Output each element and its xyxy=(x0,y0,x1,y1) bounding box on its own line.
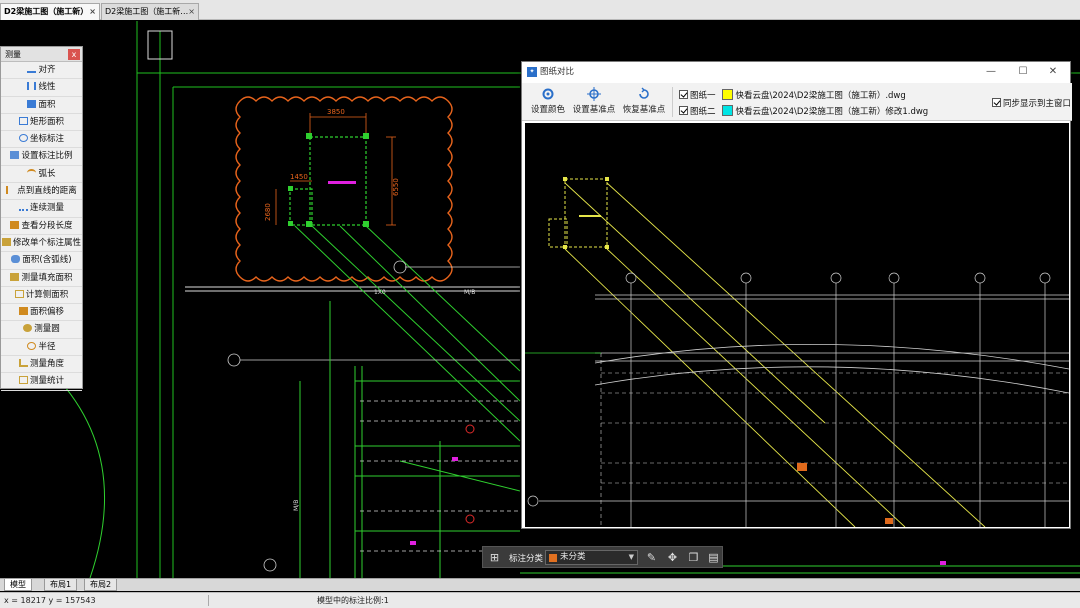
sheet1-file: 快看云盘\2024\D2梁施工图（施工新）.dwg xyxy=(735,91,906,101)
measure-arc-length[interactable]: 弧长 xyxy=(1,166,82,184)
angle-icon xyxy=(18,359,28,368)
dim-small: 1450 xyxy=(290,173,308,181)
measure-edit-annotation[interactable]: 修改单个标注属性 xyxy=(1,235,82,253)
tab-label: D2梁施工图（施工新… xyxy=(105,7,189,16)
measure-panel: 测量 x 对齐 线性 面积 矩形面积 坐标标注 设置标注比例 弧长 点到直线的距… xyxy=(0,46,83,391)
rect-area-icon xyxy=(18,116,28,125)
annotation-toolbar: ⊞ 标注分类 未分类 ▼ ✎ ✥ ❐ ▤ xyxy=(482,546,723,568)
move-icon[interactable]: ✥ xyxy=(666,551,679,564)
close-icon[interactable]: x xyxy=(68,49,80,60)
offset-icon xyxy=(18,307,28,316)
area-arc-icon xyxy=(11,255,21,264)
measure-segments[interactable]: 查看分段长度 xyxy=(1,218,82,235)
tab-layout2[interactable]: 布局2 xyxy=(84,579,118,591)
measure-linear[interactable]: 线性 xyxy=(1,79,82,97)
dim-top: 3850 xyxy=(327,108,345,116)
coordinate-icon xyxy=(18,134,28,143)
sheet2-checkbox[interactable] xyxy=(679,106,688,115)
copy-icon[interactable]: ❐ xyxy=(687,551,700,564)
measure-statistics[interactable]: 测量统计 xyxy=(1,373,82,391)
area-icon xyxy=(27,99,37,108)
radius-icon xyxy=(27,341,37,350)
measure-radius[interactable]: 半径 xyxy=(1,339,82,357)
sheet1-checkbox[interactable] xyxy=(679,90,688,99)
compare-window-titlebar[interactable]: ✦ 图纸对比 — ☐ ✕ xyxy=(522,62,1070,82)
category-color-swatch xyxy=(549,554,557,562)
sheet1-color-swatch[interactable] xyxy=(721,89,733,100)
sheet2-file: 快看云盘\2024\D2梁施工图（施工新）修改1.dwg xyxy=(735,107,929,117)
edit-icon xyxy=(1,237,11,246)
side-area-icon xyxy=(14,289,24,298)
edit-icon[interactable]: ✎ xyxy=(645,551,658,564)
measure-area[interactable]: 面积 xyxy=(1,97,82,114)
measure-side-area[interactable]: 计算侧面积 xyxy=(1,287,82,305)
measure-fill-area[interactable]: 测量填充面积 xyxy=(1,270,82,287)
annotation-category-label: 标注分类 xyxy=(509,554,544,564)
undo-icon xyxy=(639,87,649,99)
revision-cloud xyxy=(235,96,453,282)
sheet1-row[interactable]: 图纸一 快看云盘\2024\D2梁施工图（施工新）.dwg xyxy=(679,89,906,101)
dim-right: 6550 xyxy=(392,178,400,196)
compare-toolbar: 设置颜色 设置基准点 恢复基准点 图纸一 快看云盘\2024\D2梁施工图（施工新… xyxy=(522,83,1072,121)
continuous-icon xyxy=(18,203,28,212)
segments-icon xyxy=(10,220,20,229)
paste-icon[interactable]: ▤ xyxy=(707,551,720,564)
status-bar: x = 18217 y = 157543 模型中的标注比例:1 xyxy=(0,592,1080,608)
layout-tab-bar: 模型 布局1 布局2 xyxy=(0,578,1080,591)
tab-d2-beam-drawing[interactable]: D2梁施工图（施工新） × xyxy=(0,3,100,20)
tab-layout1[interactable]: 布局1 xyxy=(44,579,78,591)
minimize-icon[interactable]: — xyxy=(976,62,1006,82)
label-axis-a: 1X0 xyxy=(374,289,386,296)
statistics-icon xyxy=(18,376,28,385)
tab-model[interactable]: 模型 xyxy=(4,579,32,591)
measure-angle[interactable]: 测量角度 xyxy=(1,356,82,374)
arc-icon xyxy=(27,168,37,177)
maximize-icon[interactable]: ☐ xyxy=(1008,62,1038,82)
close-icon[interactable]: × xyxy=(89,4,96,20)
point-line-icon xyxy=(6,186,15,195)
measure-point-line[interactable]: 点到直线的距离 xyxy=(1,183,82,201)
document-tab-bar: D2梁施工图（施工新） × D2梁施工图（施工新… × xyxy=(0,0,1080,20)
measure-circle[interactable]: 测量圆 xyxy=(1,321,82,339)
annotation-category-select[interactable]: 未分类 ▼ xyxy=(545,550,638,565)
compare-drawing xyxy=(525,177,1069,527)
set-base-point-button[interactable]: 设置基准点 xyxy=(568,87,620,115)
linear-icon xyxy=(27,82,37,91)
status-divider xyxy=(208,595,209,606)
close-icon[interactable]: × xyxy=(188,4,195,20)
circle-icon xyxy=(23,324,33,333)
close-icon[interactable]: ✕ xyxy=(1038,62,1068,82)
measure-area-arc[interactable]: 面积(含弧线) xyxy=(1,252,82,270)
sheet2-color-swatch[interactable] xyxy=(721,105,733,116)
cursor-coordinates: x = 18217 y = 157543 xyxy=(4,596,96,605)
svg-text:M/B: M/B xyxy=(464,289,475,296)
label-axis-b: M/B xyxy=(293,500,300,511)
measure-rect-area[interactable]: 矩形面积 xyxy=(1,114,82,132)
fill-area-icon xyxy=(10,272,20,281)
app-logo-icon: ✦ xyxy=(527,67,537,77)
toolbar-divider xyxy=(672,87,673,117)
crosshair-icon xyxy=(587,87,601,101)
annotation-scale: 模型中的标注比例:1 xyxy=(317,596,389,605)
restore-base-point-button[interactable]: 恢复基准点 xyxy=(618,87,670,115)
scale-icon xyxy=(10,151,20,160)
align-icon xyxy=(27,65,37,73)
sheet2-row[interactable]: 图纸二 快看云盘\2024\D2梁施工图（施工新）修改1.dwg xyxy=(679,105,928,117)
set-color-button[interactable]: 设置颜色 xyxy=(524,87,572,115)
gear-icon xyxy=(542,88,554,100)
drawing-compare-window: ✦ 图纸对比 — ☐ ✕ 设置颜色 设置基准点 恢复基准点 图纸一 快看云盘\20… xyxy=(521,61,1072,529)
tab-d2-beam-drawing-2[interactable]: D2梁施工图（施工新… × xyxy=(101,3,199,20)
compare-view[interactable] xyxy=(525,123,1069,527)
sync-main-window-checkbox[interactable]: 同步显示到主窗口 xyxy=(992,97,1071,109)
measure-align[interactable]: 对齐 xyxy=(1,62,82,80)
measure-coordinate[interactable]: 坐标标注 xyxy=(1,131,82,149)
measure-set-scale[interactable]: 设置标注比例 xyxy=(1,148,82,166)
compare-window-title: 图纸对比 xyxy=(540,67,575,77)
chevron-down-icon: ▼ xyxy=(628,553,634,561)
measure-continuous[interactable]: 连续测量 xyxy=(1,200,82,218)
grid-icon[interactable]: ⊞ xyxy=(488,551,501,564)
dim-left: 2680 xyxy=(264,203,272,221)
tab-label: D2梁施工图（施工新） xyxy=(4,7,89,16)
measure-area-offset[interactable]: 面积偏移 xyxy=(1,304,82,322)
